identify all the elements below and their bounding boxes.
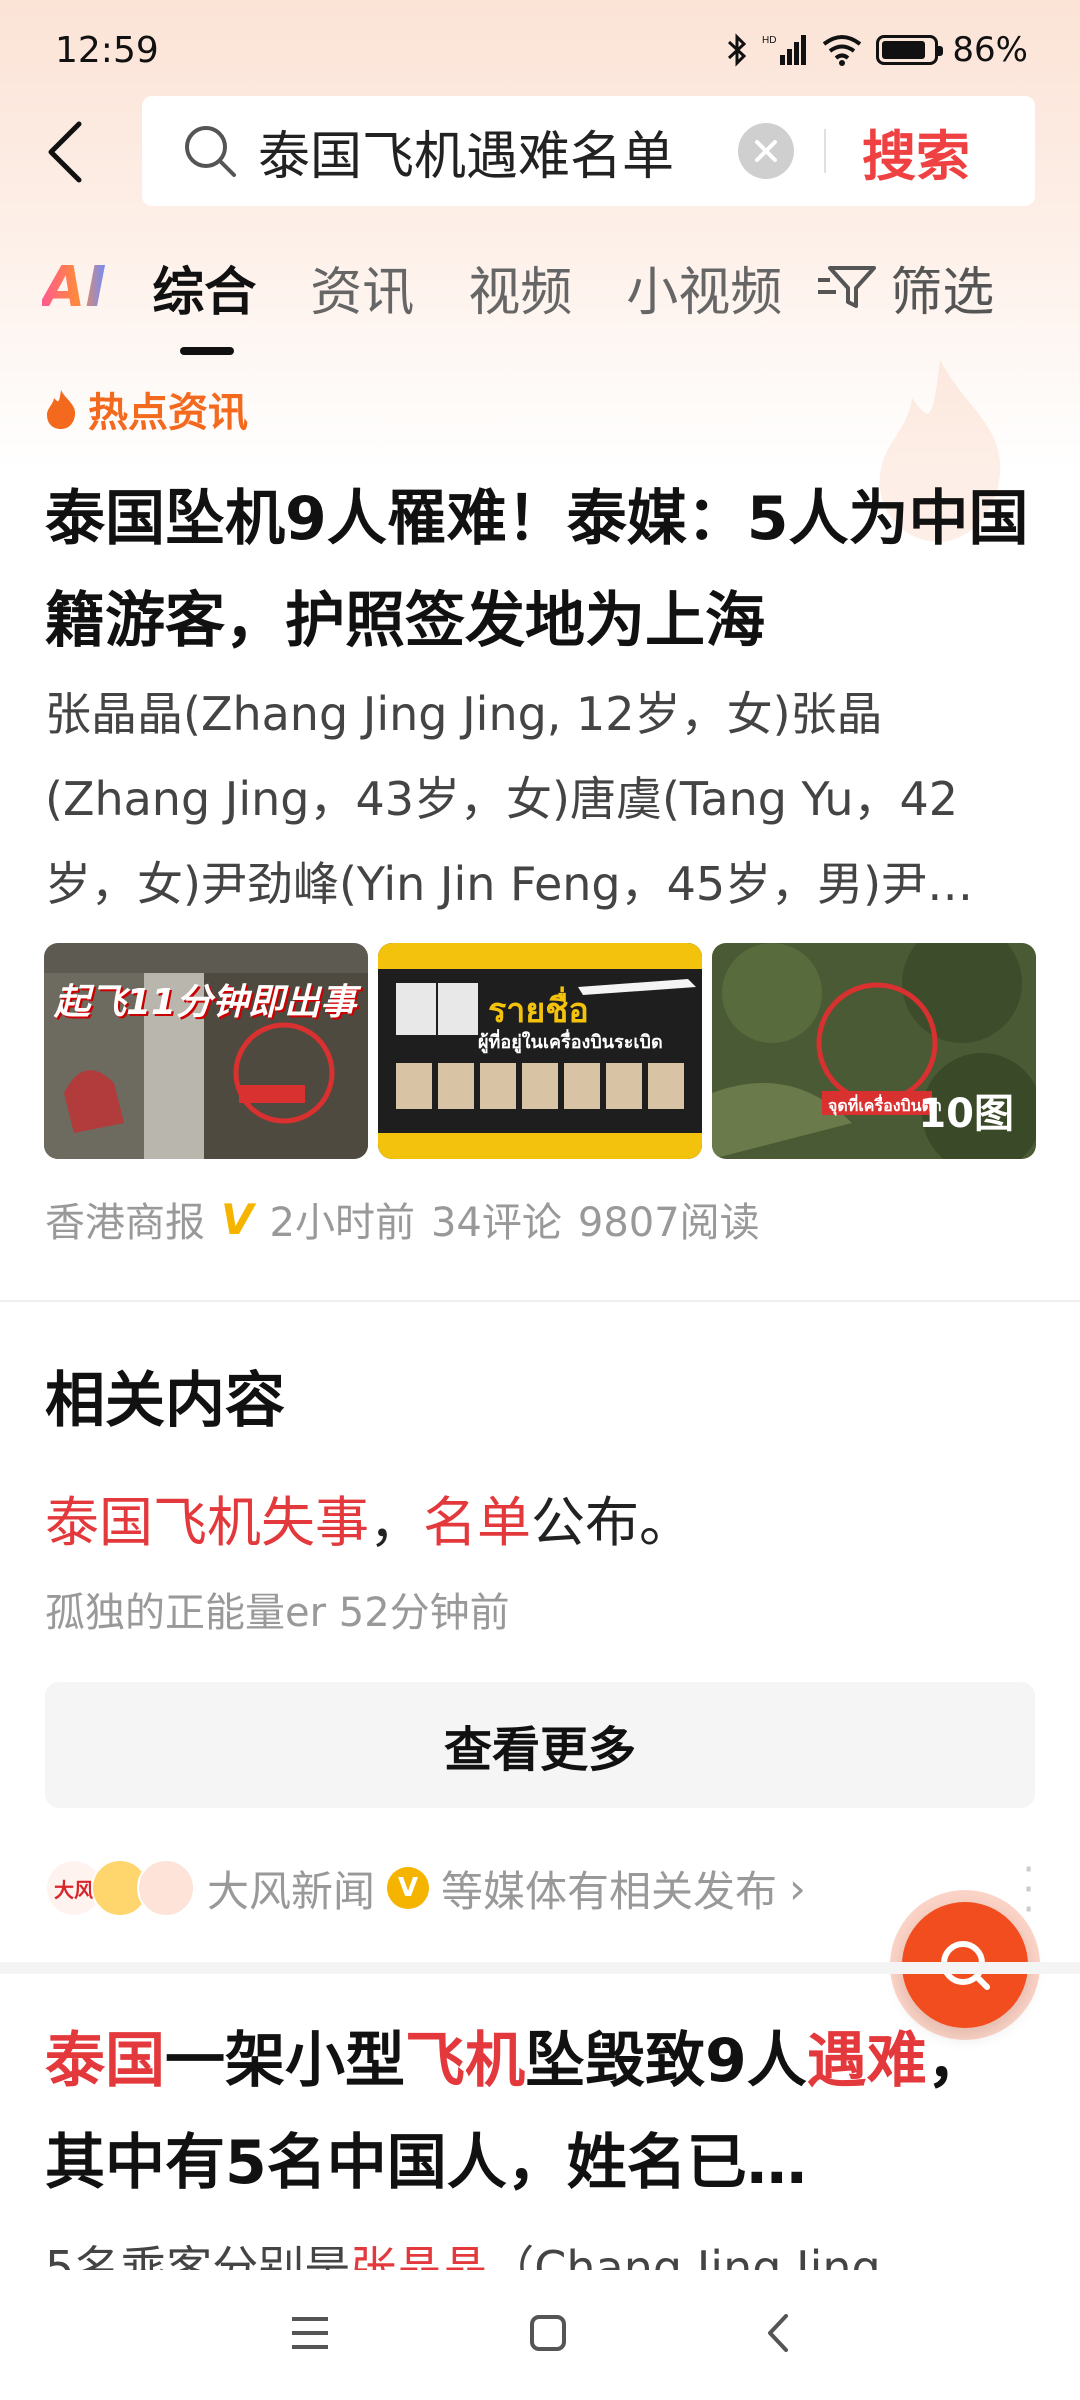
- clear-icon: [755, 140, 777, 162]
- article-2-hl-1: 泰国: [45, 2026, 165, 2096]
- search-query[interactable]: 泰国飞机遇难名单: [258, 114, 708, 189]
- svg-text:HD: HD: [762, 35, 776, 46]
- search-divider: [824, 129, 826, 173]
- menu-icon: [291, 2317, 328, 2349]
- related-heading: 相关内容: [45, 1366, 285, 1436]
- search-row: 泰国飞机遇难名单 搜索: [0, 96, 1080, 208]
- article-summary[interactable]: 张晶晶(Zhang Jing Jing, 12岁，女)张晶(Zhang Jing…: [45, 672, 1035, 927]
- verified-icon: V: [221, 1194, 254, 1244]
- article-source[interactable]: 香港商报: [45, 1190, 205, 1248]
- back-button[interactable]: [0, 96, 130, 208]
- article-title[interactable]: 泰国坠机9人罹难！泰媒：5人为中国籍游客，护照签发地为上海: [45, 468, 1035, 672]
- home-button[interactable]: [529, 2314, 567, 2356]
- search-button[interactable]: 搜索: [862, 112, 970, 191]
- tab-video[interactable]: 视频: [468, 250, 572, 325]
- related-tail: 公布。: [531, 1491, 693, 1554]
- verified-circle-icon: V: [387, 1867, 430, 1909]
- thumbnail-1-caption: 起飞11分钟即出事: [54, 982, 357, 1023]
- avatar-media-3: [137, 1859, 195, 1917]
- article-2-hl-3: 遇难: [806, 2026, 927, 2096]
- feed-divider: [0, 1962, 1080, 1974]
- thumbnail-1[interactable]: 起飞11分钟即出事: [44, 943, 368, 1159]
- article-meta: 香港商报 V 2小时前 34评论 9807阅读: [45, 1190, 760, 1248]
- kebab-icon[interactable]: · · ·: [1022, 1850, 1035, 1930]
- related-separator: ，: [369, 1491, 423, 1554]
- bluetooth-icon: [728, 33, 747, 67]
- signal-icon: HD: [762, 35, 807, 65]
- nav-back-button[interactable]: [766, 2313, 790, 2357]
- battery-fill: [882, 41, 926, 59]
- hot-news-text: 热点资讯: [88, 390, 248, 436]
- menu-button[interactable]: [290, 2315, 330, 2355]
- article-2-summary[interactable]: 5名乘客分别是张晶晶（Chang Jing Jing: [45, 2232, 1035, 2274]
- chevron-right-icon: ›: [789, 1863, 806, 1913]
- section-divider: [0, 1300, 1080, 1302]
- battery-icon: [876, 35, 944, 65]
- article-2-part-1: 一架小型: [165, 2026, 405, 2096]
- article-2-title[interactable]: 泰国一架小型飞机坠毁致9人遇难，其中有5名中国人，姓名已…: [45, 2010, 1035, 2214]
- flame-icon: [47, 390, 76, 429]
- media-source-name: 大风新闻: [207, 1866, 376, 1916]
- status-bar: 12:59 HD 86%: [0, 0, 1080, 100]
- related-highlight-2: 名单: [423, 1491, 531, 1554]
- article-2-part-2: 坠毁致9人: [525, 2026, 807, 2096]
- article-reads: 9807阅读: [577, 1200, 760, 1246]
- filter-icon: [818, 266, 877, 308]
- battery-percent: 86%: [952, 30, 1028, 70]
- wifi-icon: [823, 35, 862, 66]
- status-icons: HD 86%: [726, 30, 1028, 70]
- tab-bar: AI 综合 资讯 视频 小视频 筛选: [0, 232, 1080, 355]
- status-time: 12:59: [55, 29, 159, 71]
- tab-ai[interactable]: AI: [42, 255, 106, 320]
- media-sources-row[interactable]: 大风 大风新闻 V 等媒体有相关发布 › · · ·: [45, 1850, 1035, 1930]
- article-2-hl-2: 飞机: [405, 2026, 525, 2096]
- home-icon: [529, 2315, 566, 2351]
- search-icon: [185, 126, 236, 177]
- filter-label: 筛选: [890, 262, 995, 323]
- tab-short-video[interactable]: 小视频: [626, 250, 782, 325]
- media-source-suffix: 等媒体有相关发布: [441, 1866, 778, 1916]
- thumbnail-2-subcaption: ผู้ที่อยู่ในเครื่องบินระเบิด: [478, 1032, 663, 1053]
- image-count-badge: 10图: [918, 1091, 1014, 1137]
- system-nav-bar: [0, 2270, 1080, 2400]
- clear-button[interactable]: [738, 123, 794, 179]
- article-thumbnails: 起飞11分钟即出事 รายชื่อ ผู้ที่อยู่ในเครื่องบิน…: [44, 943, 1036, 1159]
- thumbnail-3[interactable]: จุดที่เครื่องบินตก 10图: [712, 943, 1036, 1159]
- tab-news[interactable]: 资讯: [310, 250, 414, 325]
- related-item-meta: 孤独的正能量er 52分钟前: [45, 1590, 510, 1636]
- view-more-button[interactable]: 查看更多: [45, 1682, 1035, 1808]
- back-icon: [48, 121, 82, 183]
- search-input[interactable]: 泰国飞机遇难名单 搜索: [142, 96, 1035, 206]
- related-item-title[interactable]: 泰国飞机失事，名单公布。: [45, 1478, 693, 1557]
- media-avatars: 大风: [45, 1859, 195, 1917]
- filter-button[interactable]: 筛选: [816, 250, 994, 325]
- article-time: 2小时前: [269, 1200, 415, 1246]
- hot-news-label: 热点资讯: [44, 380, 248, 438]
- tab-comprehensive[interactable]: 综合: [152, 250, 256, 355]
- nav-back-icon: [768, 2314, 789, 2352]
- related-highlight-1: 泰国飞机失事: [45, 1491, 369, 1554]
- thumbnail-2[interactable]: รายชื่อ ผู้ที่อยู่ในเครื่องบินระเบิด: [378, 943, 702, 1159]
- article-comments: 34评论: [430, 1200, 562, 1246]
